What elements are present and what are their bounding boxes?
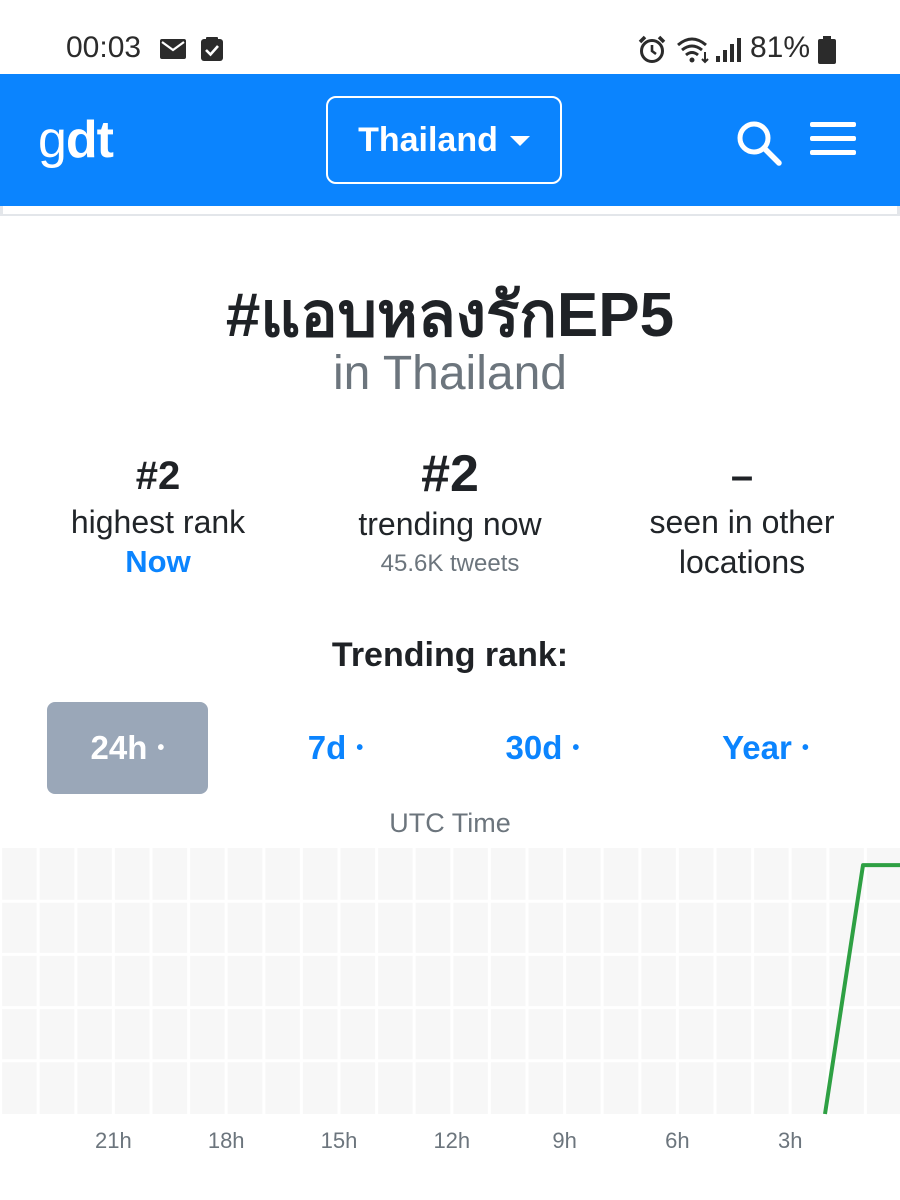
tab-24h-label: 24h	[90, 729, 148, 766]
trend-location: in Thailand	[333, 347, 567, 400]
x-axis-title: UTC Time	[389, 808, 511, 838]
wifi-icon	[677, 37, 709, 64]
stat-highest-rank: #2 highest rank Now	[38, 450, 278, 582]
tab-30d[interactable]: 30d •	[462, 702, 623, 794]
battery-icon	[818, 36, 836, 64]
x-tick-label: 9h	[552, 1128, 576, 1153]
hamburger-menu-icon[interactable]	[810, 122, 856, 162]
tab-7d-label: 7d	[307, 729, 347, 766]
tweet-count: 45.6K tweets	[380, 550, 520, 577]
other-locations-label-line2: locations	[678, 544, 806, 580]
checkbox-icon	[201, 37, 223, 61]
navbar: gdt Thailand	[0, 74, 900, 206]
signal-icon	[716, 38, 741, 62]
status-bar: 00:03 81%	[0, 0, 900, 74]
country-dropdown-button[interactable]: Thailand	[326, 96, 562, 184]
trending-now-label: trending now	[358, 506, 542, 542]
search-icon[interactable]	[736, 120, 782, 166]
highest-rank-label: highest rank	[70, 504, 246, 540]
stat-trending-now: #2 trending now 45.6K tweets	[330, 444, 570, 578]
highest-rank-when: Now	[125, 544, 191, 579]
tab-year[interactable]: Year •	[685, 702, 846, 794]
stat-other-locations: – seen in other locations	[612, 450, 872, 582]
navbar-divider	[0, 206, 900, 216]
other-locations-label-line1: seen in other	[649, 504, 835, 540]
tab-30d-label: 30d	[505, 729, 563, 766]
site-logo[interactable]: gdt	[38, 110, 114, 170]
other-locations-value: –	[730, 454, 754, 498]
x-tick-label: 21h	[95, 1128, 132, 1153]
trending-now-value: #2	[421, 445, 479, 503]
x-tick-label: 15h	[321, 1128, 358, 1153]
mail-icon	[160, 39, 186, 59]
x-tick-label: 3h	[778, 1128, 802, 1153]
alarm-icon	[638, 35, 666, 63]
x-tick-label: 18h	[208, 1128, 245, 1153]
trending-rank-chart: 21h 18h 15h 12h 9h 6h 3h	[0, 848, 900, 1153]
battery-percent: 81%	[750, 31, 811, 64]
tab-year-label: Year	[722, 729, 792, 766]
caret-down-icon	[509, 136, 530, 146]
trending-rank-heading: Trending rank:	[331, 636, 569, 674]
tab-24h[interactable]: 24h •	[47, 702, 208, 794]
tab-7d[interactable]: 7d •	[255, 702, 416, 794]
status-time: 00:03	[66, 31, 142, 64]
x-tick-label: 6h	[665, 1128, 689, 1153]
x-tick-label: 12h	[433, 1128, 470, 1153]
highest-rank-value: #2	[135, 454, 181, 498]
plot-background	[0, 848, 900, 1114]
country-label: Thailand	[358, 120, 498, 159]
